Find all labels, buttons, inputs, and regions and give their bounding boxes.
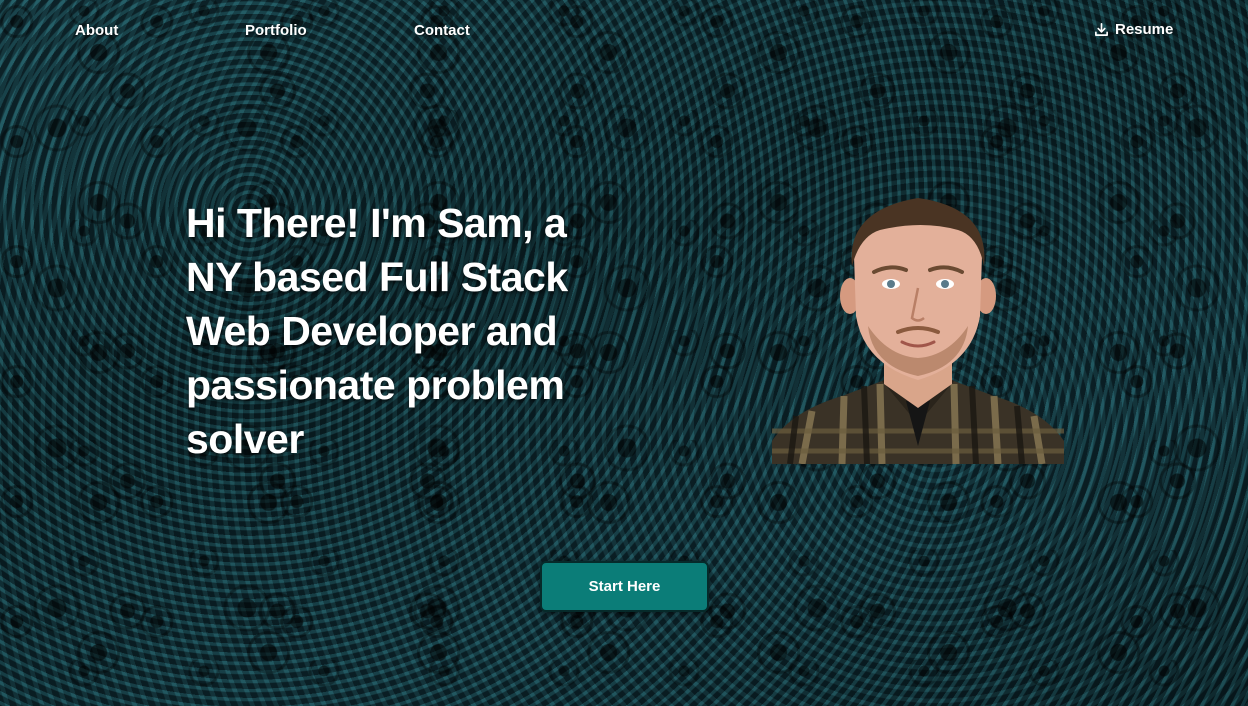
nav-link-contact[interactable]: Contact (414, 22, 470, 39)
hero-headline: Hi There! I'm Sam, a NY based Full Stack… (186, 200, 568, 462)
nav-link-portfolio[interactable]: Portfolio (245, 22, 307, 39)
profile-photo (772, 196, 1064, 464)
start-here-button[interactable]: Start Here (540, 561, 709, 612)
resume-download-link[interactable]: Resume (1094, 21, 1173, 38)
top-nav: About Portfolio Contact Resume (0, 0, 1248, 62)
nav-link-about[interactable]: About (75, 22, 118, 39)
portrait-image (772, 198, 1064, 464)
resume-label: Resume (1115, 21, 1174, 38)
download-icon (1095, 23, 1108, 36)
